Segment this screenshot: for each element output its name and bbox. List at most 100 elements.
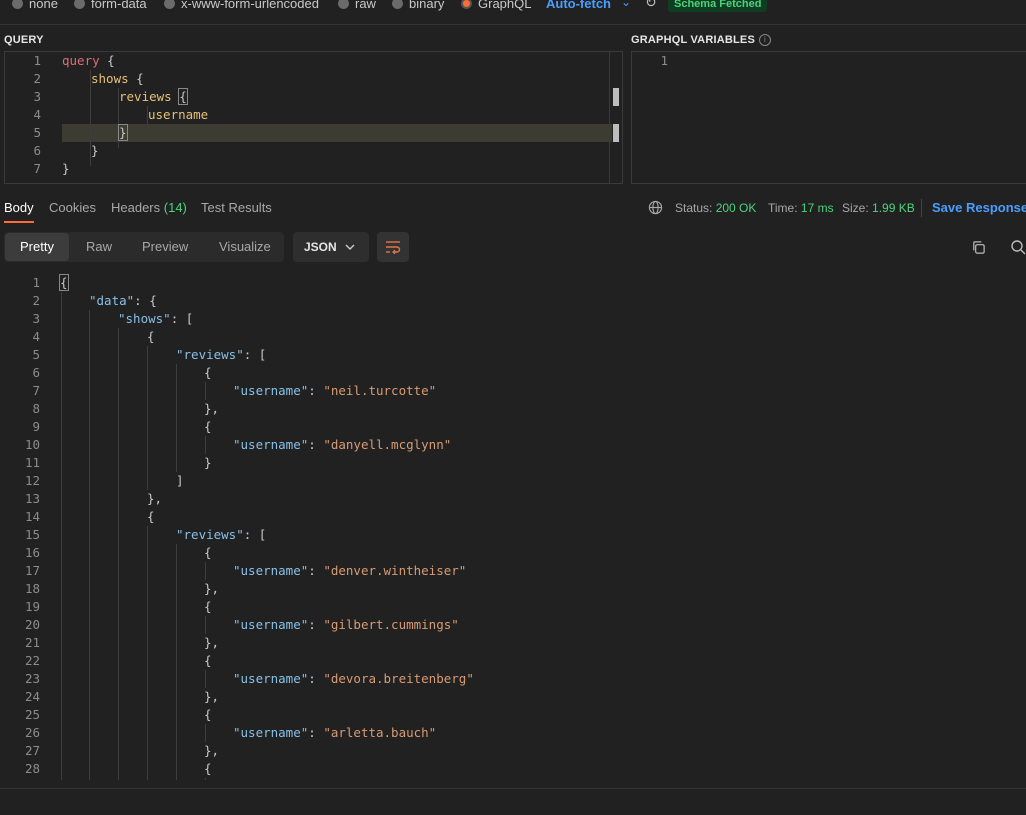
radio-dot-selected-icon — [461, 0, 472, 9]
code-line: "username": "denver.wintheiser" — [233, 563, 467, 578]
headers-count: (14) — [163, 200, 187, 215]
indent-guide — [176, 364, 177, 472]
query-editor[interactable]: 1 2 3 4 5 6 7 query { shows { reviews { … — [4, 51, 623, 184]
line-number: 2 — [32, 293, 40, 308]
radio-form-data[interactable]: form-data — [74, 0, 147, 11]
chevron-down-icon — [345, 244, 355, 250]
indent-guide — [205, 616, 206, 634]
code-line: query { — [62, 53, 115, 68]
scrollbar-track — [609, 52, 610, 183]
line-number: 18 — [24, 581, 40, 596]
view-mode-visualize[interactable]: Visualize — [219, 239, 271, 254]
code-line: { — [147, 509, 155, 524]
code-line: }, — [204, 581, 220, 596]
variables-editor[interactable]: 1 — [631, 51, 1026, 184]
line-number: 27 — [24, 743, 40, 758]
code-line: { — [204, 761, 212, 776]
copy-icon[interactable] — [971, 240, 986, 255]
scrollbar-thumb[interactable] — [613, 88, 619, 106]
line-number: 6 — [32, 365, 40, 380]
line-number: 1 — [32, 275, 40, 290]
line-number: 10 — [24, 437, 40, 452]
view-mode-preview[interactable]: Preview — [142, 239, 188, 254]
globe-icon[interactable] — [648, 200, 663, 215]
radio-none[interactable]: none — [12, 0, 58, 11]
code-line: }, — [147, 491, 163, 506]
line-number: 20 — [24, 617, 40, 632]
code-line: } — [204, 455, 212, 470]
code-line: }, — [204, 635, 220, 650]
line-number: 15 — [24, 527, 40, 542]
schema-status-badge: Schema Fetched — [668, 0, 768, 12]
tab-cookies[interactable]: Cookies — [49, 200, 96, 215]
code-line: } — [62, 161, 70, 176]
radio-binary[interactable]: binary — [392, 0, 444, 11]
code-line: { — [204, 419, 212, 434]
code-line: } — [118, 124, 128, 141]
response-size: Size: 1.99 KB — [842, 201, 915, 215]
radio-dot-icon — [12, 0, 23, 9]
current-line-highlight — [62, 124, 612, 142]
tab-body[interactable]: Body — [4, 200, 34, 215]
info-icon[interactable]: i — [759, 34, 772, 47]
tab-headers[interactable]: Headers (14) — [111, 200, 187, 215]
active-tab-indicator — [4, 221, 34, 223]
line-number: 4 — [33, 107, 41, 122]
response-body-viewer[interactable]: 1 2 3 4 5 6 7 8 9 10 11 12 13 14 15 16 1… — [0, 272, 1026, 780]
indent-guide — [89, 310, 90, 780]
line-number: 13 — [24, 491, 40, 506]
tab-test-results[interactable]: Test Results — [201, 200, 272, 215]
line-number: 2 — [33, 71, 41, 86]
code-line: }, — [204, 689, 220, 704]
code-line: username — [148, 107, 209, 122]
code-line: { — [204, 365, 212, 380]
query-label: QUERY — [4, 34, 44, 46]
code-line: "username": "gilbert.cummings" — [233, 617, 459, 632]
code-line: "shows": [ — [118, 311, 194, 326]
indent-guide — [205, 724, 206, 742]
line-number: 1 — [660, 53, 668, 68]
code-line: "reviews": [ — [176, 527, 267, 542]
code-line: } — [91, 143, 99, 158]
code-line: { — [147, 329, 155, 344]
radio-dot-icon — [392, 0, 403, 9]
line-number: 17 — [24, 563, 40, 578]
wrap-lines-icon — [386, 241, 401, 254]
view-mode-raw[interactable]: Raw — [86, 239, 112, 254]
indent-guide — [205, 562, 206, 580]
radio-raw[interactable]: raw — [338, 0, 376, 11]
refresh-icon[interactable]: ↻ — [645, 0, 657, 11]
line-number: 5 — [32, 347, 40, 362]
line-number: 5 — [33, 125, 41, 140]
indent-guide — [205, 382, 206, 400]
view-mode-pretty[interactable]: Pretty — [20, 239, 54, 254]
code-line: "username": "neil.turcotte" — [233, 383, 437, 398]
wrap-lines-button[interactable] — [377, 232, 409, 262]
code-line: reviews { — [119, 88, 188, 105]
radio-graphql[interactable]: GraphQL — [461, 0, 531, 11]
code-line: "username": "danyell.mcglynn" — [233, 437, 452, 452]
response-status: Status: 200 OK — [675, 201, 757, 215]
divider — [0, 24, 1026, 25]
line-number: 26 — [24, 725, 40, 740]
format-select[interactable]: JSON — [293, 232, 369, 262]
variables-label: GRAPHQL VARIABLES i — [631, 34, 772, 47]
save-response-button[interactable]: Save Response — [932, 200, 1026, 215]
indent-guide — [147, 346, 148, 490]
line-number: 25 — [24, 707, 40, 722]
line-number: 24 — [24, 689, 40, 704]
code-line: }, — [204, 743, 220, 758]
line-number: 8 — [32, 401, 40, 416]
radio-x-www-form-urlencoded[interactable]: x-www-form-urlencoded — [164, 0, 319, 11]
indent-guide — [61, 292, 62, 780]
scrollbar-thumb[interactable] — [613, 124, 619, 142]
line-number: 19 — [24, 599, 40, 614]
line-number: 1 — [33, 53, 41, 68]
chevron-down-icon[interactable]: ⌄ — [621, 0, 631, 9]
line-number: 28 — [24, 761, 40, 776]
line-number: 7 — [33, 161, 41, 176]
auto-fetch-toggle[interactable]: Auto-fetch — [546, 0, 611, 11]
code-line: { — [204, 599, 212, 614]
code-line: ] — [176, 473, 184, 488]
search-icon[interactable] — [1010, 239, 1026, 255]
